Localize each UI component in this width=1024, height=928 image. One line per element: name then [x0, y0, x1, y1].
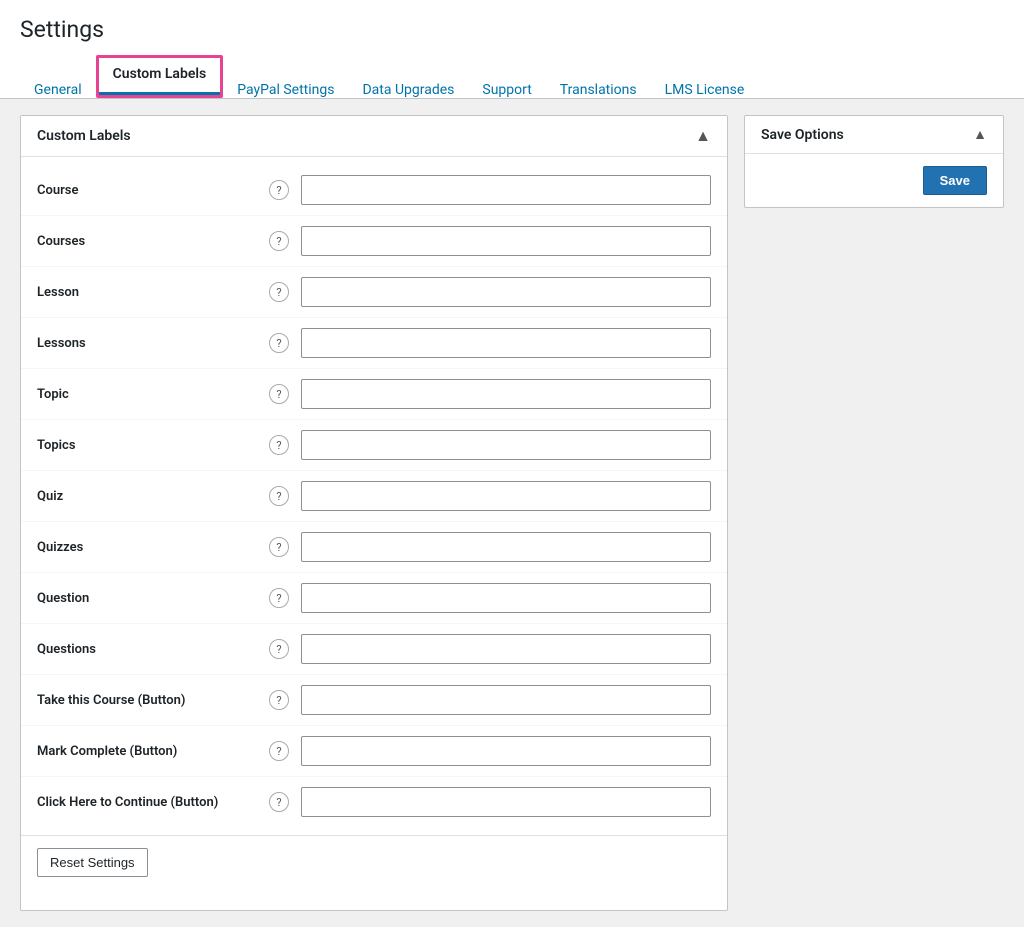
field-input-topics[interactable] [301, 430, 711, 460]
field-label-course: Course [37, 183, 257, 198]
field-input-quiz[interactable] [301, 481, 711, 511]
tab-support-link[interactable]: Support [468, 74, 545, 111]
form-row-questions: Questions ? [21, 624, 727, 675]
field-input-click-here[interactable] [301, 787, 711, 817]
save-options-body: Save [745, 154, 1003, 207]
tab-lms-license-link[interactable]: LMS License [651, 74, 759, 111]
field-input-take-this-course[interactable] [301, 685, 711, 715]
panel-toggle-icon[interactable]: ▲ [695, 126, 711, 146]
field-label-mark-complete: Mark Complete (Button) [37, 744, 257, 759]
tab-data-upgrades[interactable]: Data Upgrades [348, 82, 468, 98]
form-row-course: Course ? [21, 165, 727, 216]
form-row-lessons: Lessons ? [21, 318, 727, 369]
field-input-lesson[interactable] [301, 277, 711, 307]
form-row-click-here: Click Here to Continue (Button) ? [21, 777, 727, 827]
nav-tab-list: General Custom Labels PayPal Settings Da… [20, 55, 1004, 98]
tab-custom-labels-wrapper: Custom Labels [96, 55, 224, 98]
nav-tabs: General Custom Labels PayPal Settings Da… [20, 55, 1004, 98]
save-options-panel: Save Options ▲ Save [744, 115, 1004, 208]
field-label-lesson: Lesson [37, 285, 257, 300]
field-label-courses: Courses [37, 234, 257, 249]
form-row-mark-complete: Mark Complete (Button) ? [21, 726, 727, 777]
form-table: Course ? Courses ? Lesson ? Lessons ? [21, 157, 727, 835]
field-label-topic: Topic [37, 387, 257, 402]
field-input-question[interactable] [301, 583, 711, 613]
form-row-topic: Topic ? [21, 369, 727, 420]
form-row-take-this-course: Take this Course (Button) ? [21, 675, 727, 726]
sidebar-panel: Save Options ▲ Save [744, 115, 1004, 911]
help-icon-click-here[interactable]: ? [269, 792, 289, 812]
tab-general-link[interactable]: General [20, 74, 96, 111]
content-area: Custom Labels ▲ Course ? Courses ? Lesso… [0, 99, 1024, 927]
form-row-lesson: Lesson ? [21, 267, 727, 318]
tab-support[interactable]: Support [468, 82, 545, 98]
help-icon-quizzes[interactable]: ? [269, 537, 289, 557]
panel-header: Custom Labels ▲ [21, 116, 727, 157]
form-row-question: Question ? [21, 573, 727, 624]
tab-active-underline [99, 92, 221, 95]
tab-data-upgrades-link[interactable]: Data Upgrades [348, 74, 468, 111]
field-label-topics: Topics [37, 438, 257, 453]
main-panel: Custom Labels ▲ Course ? Courses ? Lesso… [20, 115, 728, 911]
field-input-mark-complete[interactable] [301, 736, 711, 766]
field-label-click-here: Click Here to Continue (Button) [37, 795, 257, 810]
form-row-topics: Topics ? [21, 420, 727, 471]
tab-custom-labels-link[interactable]: Custom Labels [99, 58, 221, 91]
help-icon-mark-complete[interactable]: ? [269, 741, 289, 761]
field-input-course[interactable] [301, 175, 711, 205]
tab-paypal-settings[interactable]: PayPal Settings [223, 82, 348, 98]
help-icon-course[interactable]: ? [269, 180, 289, 200]
tab-lms-license[interactable]: LMS License [651, 82, 759, 98]
page-wrapper: Settings General Custom Labels PayPal Se… [0, 0, 1024, 928]
help-icon-lesson[interactable]: ? [269, 282, 289, 302]
save-options-title: Save Options [761, 127, 844, 143]
panel-title: Custom Labels [37, 128, 131, 144]
help-icon-topic[interactable]: ? [269, 384, 289, 404]
help-icon-questions[interactable]: ? [269, 639, 289, 659]
tab-translations-link[interactable]: Translations [546, 74, 651, 111]
field-label-quiz: Quiz [37, 489, 257, 504]
form-row-courses: Courses ? [21, 216, 727, 267]
field-input-quizzes[interactable] [301, 532, 711, 562]
field-label-lessons: Lessons [37, 336, 257, 351]
page-title: Settings [20, 16, 1004, 43]
save-options-toggle-icon[interactable]: ▲ [973, 126, 987, 143]
help-icon-quiz[interactable]: ? [269, 486, 289, 506]
help-icon-take-this-course[interactable]: ? [269, 690, 289, 710]
field-input-questions[interactable] [301, 634, 711, 664]
field-label-questions: Questions [37, 642, 257, 657]
field-label-take-this-course: Take this Course (Button) [37, 693, 257, 708]
reset-settings-button[interactable]: Reset Settings [37, 848, 148, 877]
save-button[interactable]: Save [923, 166, 987, 195]
panel-footer: Reset Settings [21, 835, 727, 889]
save-options-header: Save Options ▲ [745, 116, 1003, 154]
field-label-quizzes: Quizzes [37, 540, 257, 555]
tab-translations[interactable]: Translations [546, 82, 651, 98]
field-input-topic[interactable] [301, 379, 711, 409]
help-icon-courses[interactable]: ? [269, 231, 289, 251]
tab-paypal-settings-link[interactable]: PayPal Settings [223, 74, 348, 111]
help-icon-lessons[interactable]: ? [269, 333, 289, 353]
help-icon-question[interactable]: ? [269, 588, 289, 608]
page-header: Settings General Custom Labels PayPal Se… [0, 0, 1024, 99]
form-row-quizzes: Quizzes ? [21, 522, 727, 573]
field-input-courses[interactable] [301, 226, 711, 256]
tab-general[interactable]: General [20, 82, 96, 98]
field-input-lessons[interactable] [301, 328, 711, 358]
tab-custom-labels-box: Custom Labels [96, 55, 224, 98]
field-label-question: Question [37, 591, 257, 606]
form-row-quiz: Quiz ? [21, 471, 727, 522]
help-icon-topics[interactable]: ? [269, 435, 289, 455]
